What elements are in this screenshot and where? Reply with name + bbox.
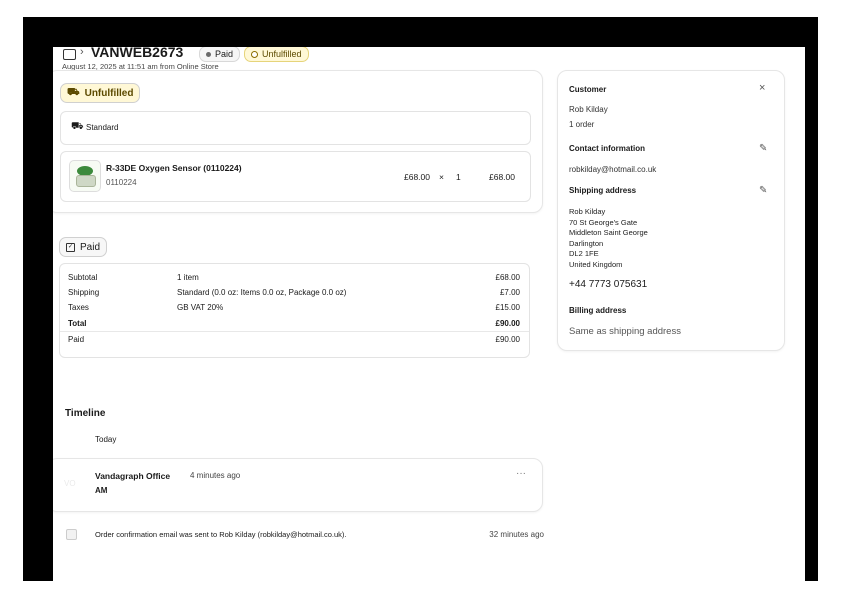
comment-body: AM (95, 486, 108, 495)
payment-summary-box: Subtotal 1 item £68.00 Shipping Standard… (59, 263, 530, 358)
address-line: United Kingdom (569, 259, 623, 269)
breadcrumb-chevron-icon: › (80, 47, 84, 58)
customer-title: Customer (569, 85, 607, 94)
timeline-title: Timeline (65, 408, 106, 419)
customer-email[interactable]: robkilday@hotmail.co.uk (569, 165, 656, 174)
order-page: › VANWEB2673 Paid Unfulfilled August 12,… (53, 47, 805, 584)
taxes-amount: £15.00 (495, 303, 520, 312)
unfulfilled-label: Unfulfilled (84, 87, 134, 99)
window-frame: › VANWEB2673 Paid Unfulfilled August 12,… (23, 17, 818, 584)
paid-label: Paid (80, 241, 101, 253)
payment-card: ✓ Paid Subtotal 1 item £68.00 Shipping S… (53, 225, 541, 361)
billing-address-title: Billing address (569, 306, 627, 315)
total-label: Total (68, 319, 87, 328)
event-marker-icon (66, 529, 77, 540)
address-line: DL2 1FE (569, 249, 599, 258)
product-thumbnail[interactable] (69, 160, 101, 192)
subtotal-label: Subtotal (68, 273, 98, 282)
truck-icon: ⛟ (71, 121, 84, 132)
contact-info-title: Contact information (569, 144, 645, 153)
customer-orders-link[interactable]: 1 order (569, 120, 594, 129)
timeline-comment-card: VO Vandagraph Office 4 minutes ago AM ··… (53, 458, 543, 512)
paid-status-badge: Paid (199, 47, 241, 62)
product-sku: 0110224 (106, 178, 137, 187)
total-amount: £90.00 (495, 319, 520, 328)
paid-divider (60, 331, 529, 332)
address-line: Middleton Saint George (569, 228, 648, 237)
comment-menu-icon[interactable]: ··· (516, 468, 526, 479)
address-line: Rob Kilday (569, 207, 606, 216)
author-avatar: VO (64, 479, 76, 488)
timeline-event-row: Order confirmation email was sent to Rob… (65, 525, 544, 545)
paid-check-icon: ✓ (66, 242, 75, 252)
line-item-box: R-33DE Oxygen Sensor (0110224) 0110224 £… (60, 151, 531, 202)
comment-time: 4 minutes ago (190, 471, 241, 480)
event-text: Order confirmation email was sent to Rob… (95, 530, 347, 539)
order-icon[interactable] (63, 49, 76, 60)
times-sign: × (439, 172, 444, 182)
paid-status-pill: ✓ Paid (59, 237, 108, 257)
unfulfilled-status-badge: Unfulfilled (244, 47, 309, 62)
address-line: 70 St George's Gate (569, 217, 638, 227)
subtotal-detail: 1 item (177, 273, 199, 282)
product-name-link[interactable]: R-33DE Oxygen Sensor (0110224) (106, 163, 242, 173)
comment-author: Vandagraph Office (95, 471, 171, 481)
subtotal-amount: £68.00 (495, 273, 520, 282)
quantity: 1 (456, 172, 461, 182)
shipping-address-title: Shipping address (569, 186, 637, 195)
line-total: £68.00 (489, 172, 515, 182)
unfulfilled-status-pill: ⛟ Unfulfilled (60, 83, 141, 103)
shipping-address-block: Rob Kilday 70 St George's Gate Middleton… (569, 207, 648, 270)
taxes-detail: GB VAT 20% (177, 303, 224, 312)
billing-address-value: Same as shipping address (569, 326, 681, 337)
address-line: Darlington (569, 238, 604, 248)
timeline-today-label: Today (95, 435, 117, 444)
customer-name-link[interactable]: Rob Kilday (569, 105, 608, 114)
customer-card: Customer × Rob Kilday 1 order Contact in… (557, 70, 785, 351)
paid-row-amount: £90.00 (495, 335, 520, 344)
paid-badge-label: Paid (215, 49, 234, 59)
taxes-label: Taxes (68, 303, 89, 312)
paid-row-label: Paid (68, 335, 85, 344)
unit-price: £68.00 (404, 172, 430, 182)
paid-dot-icon (206, 51, 211, 57)
customer-phone: +44 7773 075631 (569, 279, 648, 290)
shipping-label: Shipping (68, 288, 100, 297)
edit-shipping-pencil-icon[interactable]: ✎ (759, 185, 767, 196)
fulfillment-card: ⛟ Unfulfilled ⛟ Standard R-33DE Oxygen S… (53, 70, 543, 213)
shipping-method-label: Standard (86, 123, 119, 132)
shipping-method-box: ⛟ Standard (60, 111, 531, 145)
unfulfilled-ring-icon (251, 50, 258, 58)
event-time: 32 minutes ago (489, 530, 544, 539)
order-id-title: VANWEB2673 (91, 47, 184, 60)
close-icon[interactable]: × (759, 82, 765, 94)
edit-contact-pencil-icon[interactable]: ✎ (759, 143, 767, 154)
fulfillment-box-icon: ⛟ (67, 86, 80, 98)
unfulfilled-badge-label: Unfulfilled (262, 49, 302, 59)
shipping-detail: Standard (0.0 oz: Items 0.0 oz, Package … (177, 288, 347, 297)
shipping-amount: £7.00 (499, 288, 520, 297)
